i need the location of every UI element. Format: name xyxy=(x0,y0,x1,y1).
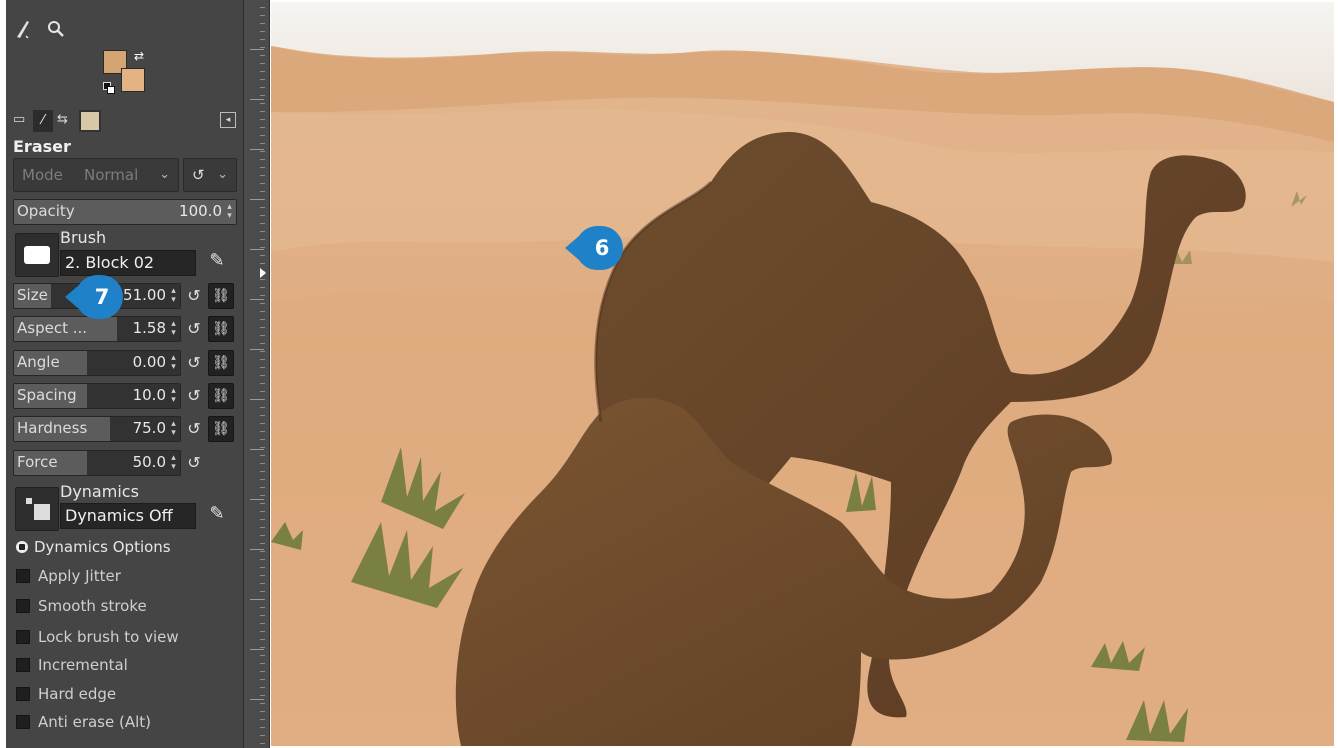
callout-6: 6 xyxy=(563,226,623,270)
checkbox-lock-brush-to-view[interactable]: Lock brush to view xyxy=(16,628,179,650)
checkbox-box[interactable] xyxy=(16,658,30,672)
slider-value: 0.00 xyxy=(132,353,166,371)
dock-tabs: ▭ ⁄ ⇆ xyxy=(13,110,113,132)
slider-aspect[interactable]: Aspect ... 1.58 ▴ ▾ xyxy=(13,316,181,342)
checkbox-label: Apply Jitter xyxy=(38,567,121,585)
dock-menu-icon[interactable]: ◂ xyxy=(220,112,236,128)
slider-label: Spacing xyxy=(17,386,77,404)
slider-label: Force xyxy=(17,453,58,471)
checkbox-apply-jitter[interactable]: Apply Jitter xyxy=(16,567,121,589)
checkbox-label: Smooth stroke xyxy=(38,597,147,615)
vertical-ruler[interactable] xyxy=(244,0,270,748)
slider-value: 1.58 xyxy=(132,319,166,337)
spin-arrows-icon[interactable]: ▴ ▾ xyxy=(169,387,178,405)
reset-icon: ↺ xyxy=(192,166,205,184)
tool-options-panel: ⇄ ▭ ⁄ ⇆ ◂ Eraser Mode Normal ⌄ ↺ ⌄ Opaci… xyxy=(6,0,244,748)
checkbox-box[interactable] xyxy=(16,687,30,701)
mode-value: Normal xyxy=(84,166,139,184)
tab-tool-options[interactable]: ⁄ xyxy=(33,110,53,132)
checkbox-box[interactable] xyxy=(16,569,30,583)
dynamics-options-label: Dynamics Options xyxy=(34,538,171,556)
spin-arrows-icon[interactable]: ▴ ▾ xyxy=(169,320,178,338)
checkbox-smooth-stroke[interactable]: Smooth stroke xyxy=(16,597,147,619)
dynamics-label: Dynamics xyxy=(60,482,139,501)
tool-title: Eraser xyxy=(13,137,71,156)
desert-camels-photo xyxy=(271,2,1334,746)
reset-icon[interactable]: ↺ xyxy=(184,286,204,306)
slider-label: Angle xyxy=(17,353,60,371)
brush-name-field[interactable]: 2. Block 02 xyxy=(60,250,196,276)
opacity-value: 100.0 xyxy=(179,202,222,220)
reset-icon[interactable]: ↺ xyxy=(184,386,204,406)
chain-link-icon[interactable]: ⛓ xyxy=(208,316,234,342)
slider-spacing[interactable]: Spacing 10.0 ▴ ▾ xyxy=(13,383,181,409)
spin-arrows-icon[interactable]: ▴ ▾ xyxy=(169,354,178,372)
mode-select[interactable]: Mode Normal ⌄ xyxy=(13,158,179,192)
slider-value: 51.00 xyxy=(123,286,166,304)
opacity-slider[interactable]: Opacity 100.0 ▴ ▾ xyxy=(13,199,237,225)
dynamics-preview[interactable] xyxy=(15,487,59,531)
image-canvas[interactable] xyxy=(271,2,1334,746)
checkbox-box[interactable] xyxy=(16,715,30,729)
reset-icon[interactable]: ↺ xyxy=(184,453,204,473)
spin-arrows-icon[interactable]: ▴ ▾ xyxy=(169,287,178,305)
chain-link-icon[interactable]: ⛓ xyxy=(208,383,234,409)
checkbox-incremental[interactable]: Incremental xyxy=(16,656,128,678)
slider-force[interactable]: Force 50.0 ▴ ▾ xyxy=(13,450,181,476)
slider-hardness[interactable]: Hardness 75.0 ▴ ▾ xyxy=(13,416,181,442)
chain-link-icon[interactable]: ⛓ xyxy=(208,283,234,309)
tab-images[interactable] xyxy=(79,110,101,132)
slider-value: 10.0 xyxy=(132,386,166,404)
checkbox-hard-edge[interactable]: Hard edge xyxy=(16,685,116,707)
tab-device-status[interactable]: ▭ xyxy=(13,112,31,130)
paintbrush-icon[interactable] xyxy=(14,18,34,45)
checkbox-label: Hard edge xyxy=(38,685,117,703)
dynamics-name-field[interactable]: Dynamics Off xyxy=(60,503,196,529)
callout-7-number: 7 xyxy=(94,285,110,309)
spin-arrows-icon[interactable]: ▴ ▾ xyxy=(169,454,178,472)
default-colors-icon[interactable] xyxy=(103,82,115,94)
fg-bg-color-swatch[interactable]: ⇄ xyxy=(101,48,149,98)
dynamics-options-expander[interactable]: Dynamics Options xyxy=(16,538,171,560)
swap-colors-icon[interactable]: ⇄ xyxy=(134,49,144,63)
callout-7: 7 xyxy=(63,275,123,319)
checkbox-label: Incremental xyxy=(38,656,128,674)
reset-icon[interactable]: ↺ xyxy=(184,353,204,373)
edit-dynamics-icon[interactable]: ✎ xyxy=(204,502,230,528)
brush-preview[interactable] xyxy=(15,233,59,277)
checkbox-anti-erase-alt[interactable]: Anti erase (Alt) xyxy=(16,713,151,735)
slider-label: Hardness xyxy=(17,419,88,437)
slider-value: 75.0 xyxy=(132,419,166,437)
reset-icon[interactable]: ↺ xyxy=(184,319,204,339)
brush-label: Brush xyxy=(60,228,107,247)
reset-icon[interactable]: ↺ xyxy=(184,419,204,439)
checkbox-box[interactable] xyxy=(16,599,30,613)
chain-link-icon[interactable]: ⛓ xyxy=(208,416,234,442)
ruler-pointer-icon xyxy=(260,268,266,278)
mode-reset-select[interactable]: ↺ ⌄ xyxy=(183,158,237,192)
checkbox-box[interactable] xyxy=(16,630,30,644)
slider-value: 50.0 xyxy=(132,453,166,471)
slider-label: Aspect ... xyxy=(17,319,88,337)
chevron-down-icon: ⌄ xyxy=(159,167,170,182)
callout-6-number: 6 xyxy=(594,236,610,260)
slider-angle[interactable]: Angle 0.00 ▴ ▾ xyxy=(13,350,181,376)
tab-undo-history[interactable]: ⇆ xyxy=(57,112,75,130)
checkbox-label: Anti erase (Alt) xyxy=(38,713,151,731)
gimp-window: ⇄ ▭ ⁄ ⇆ ◂ Eraser Mode Normal ⌄ ↺ ⌄ Opaci… xyxy=(0,0,1338,748)
checkbox-label: Lock brush to view xyxy=(38,628,179,646)
mode-label: Mode xyxy=(22,166,63,184)
edit-brush-icon[interactable]: ✎ xyxy=(204,249,230,275)
spin-arrows-icon[interactable]: ▴ ▾ xyxy=(169,420,178,438)
chevron-down-icon: ⌄ xyxy=(217,167,228,182)
zoom-icon[interactable] xyxy=(46,18,66,45)
chain-link-icon[interactable]: ⛓ xyxy=(208,350,234,376)
opacity-label: Opacity xyxy=(17,202,75,220)
slider-label: Size xyxy=(17,286,48,304)
spin-arrows-icon[interactable]: ▴ ▾ xyxy=(225,203,234,221)
